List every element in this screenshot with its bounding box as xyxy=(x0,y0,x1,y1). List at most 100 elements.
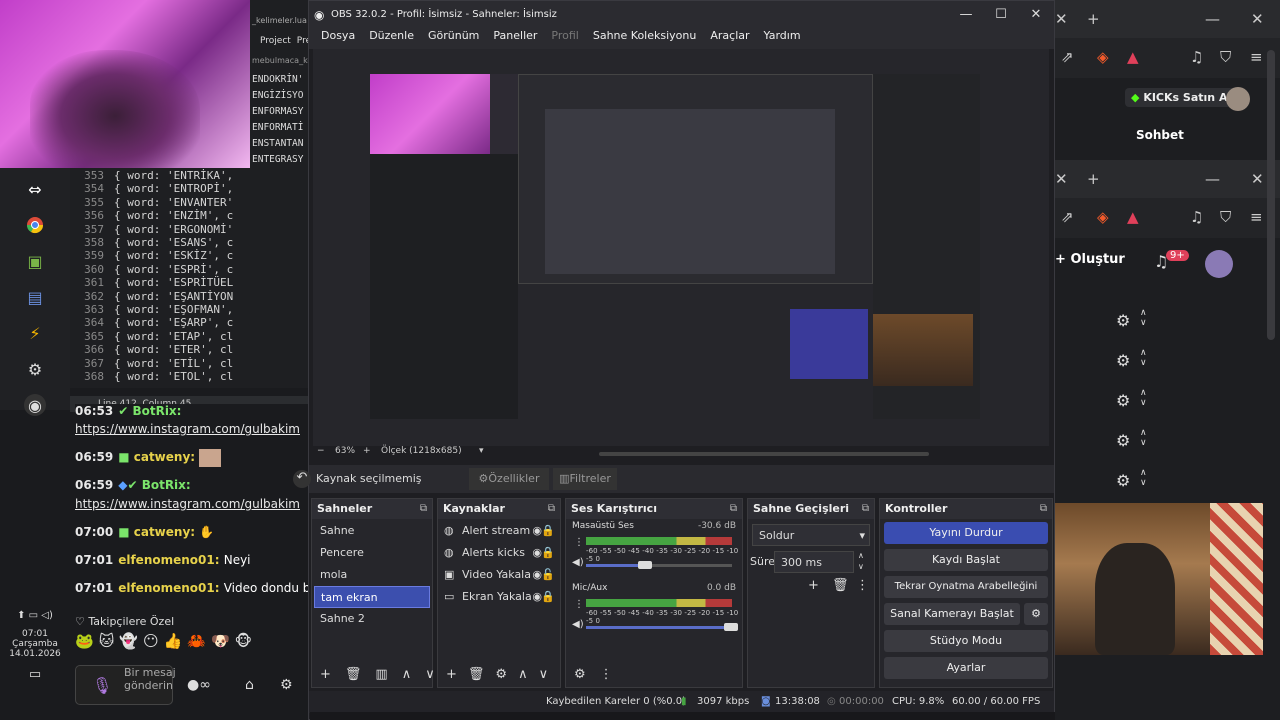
minimize-button[interactable]: — xyxy=(949,1,983,29)
close-button[interactable]: ✕ xyxy=(1019,1,1053,29)
share-icon[interactable]: ⇗ xyxy=(1061,208,1074,226)
chat-user[interactable]: catweny: xyxy=(134,525,195,539)
lock-icon[interactable]: 🔒 xyxy=(541,520,555,542)
scene-item[interactable]: Sahne 2 xyxy=(314,608,430,630)
filter-icon[interactable]: ▥ xyxy=(375,667,387,682)
speaker-icon[interactable]: ◀) xyxy=(572,619,584,630)
preview-scrollbar[interactable] xyxy=(599,452,929,456)
music-icon[interactable]: ♫ xyxy=(1190,48,1203,66)
files-icon[interactable]: ▤ xyxy=(24,286,46,308)
emote-icon[interactable]: 🐱 xyxy=(99,632,115,650)
add-icon[interactable]: + xyxy=(320,667,331,682)
close-icon[interactable]: ✕ xyxy=(1251,10,1264,28)
up-icon[interactable]: ∧ xyxy=(402,667,412,682)
filters-button[interactable]: ▥Filtreler xyxy=(553,468,617,490)
kicks-buy-button[interactable]: ◆ KICKs Satın Al xyxy=(1125,88,1238,107)
avatar[interactable] xyxy=(1226,87,1250,111)
avatar[interactable] xyxy=(1205,250,1233,278)
chat-user[interactable]: elfenomeno01: xyxy=(118,581,219,595)
stepper-icon[interactable]: ∧ ∨ xyxy=(858,550,864,572)
gear-icon[interactable]: ⚙ xyxy=(574,667,586,682)
undo-icon[interactable]: ↶ xyxy=(293,470,311,488)
undock-icon[interactable]: ⧉ xyxy=(730,499,737,519)
mic-icon[interactable]: 🎙 xyxy=(92,676,112,695)
lightning-icon[interactable]: ⚡ xyxy=(24,322,46,344)
down-icon[interactable]: ∨ xyxy=(425,667,435,682)
source-item[interactable]: ◍ Alert stream ◉ 🔒 xyxy=(440,520,558,542)
plus-icon[interactable]: + xyxy=(1087,170,1100,188)
editor-menu-project[interactable]: Project xyxy=(260,36,291,46)
browser-scrollbar[interactable] xyxy=(1267,50,1275,340)
emoji-icon[interactable]: ●∞ xyxy=(187,677,211,693)
up-icon[interactable]: ∧ xyxy=(518,667,528,682)
trash-icon[interactable]: 🗑 xyxy=(832,578,849,593)
duration-input[interactable]: 300 ms xyxy=(774,551,854,573)
undock-icon[interactable]: ⧉ xyxy=(548,499,555,519)
scene-item[interactable]: Pencere xyxy=(314,542,430,564)
obs-icon[interactable]: ◉ xyxy=(24,394,46,416)
maximize-button[interactable]: ☐ xyxy=(984,1,1018,29)
zoom-out-button[interactable]: − xyxy=(317,446,325,456)
share-icon[interactable]: ⇗ xyxy=(1061,48,1074,66)
menu-duzenle[interactable]: Düzenle xyxy=(362,29,421,49)
lock-icon[interactable]: 🔒 xyxy=(541,542,555,564)
obs-titlebar[interactable]: ◉ OBS 32.0.2 - Profil: İsimsiz - Sahnele… xyxy=(309,1,1054,29)
chevron-down-icon[interactable]: ▾ xyxy=(479,446,484,456)
properties-button[interactable]: ⚙Özellikler xyxy=(469,468,549,490)
chat-user[interactable]: elfenomeno01: xyxy=(118,553,219,567)
stepper-icon[interactable]: ∧ ∨ xyxy=(1140,468,1147,488)
menu-gorunum[interactable]: Görünüm xyxy=(421,29,486,49)
chat-user[interactable]: catweny: xyxy=(134,450,195,464)
volume-knob[interactable] xyxy=(724,623,738,631)
menu-sahne-koleksiyonu[interactable]: Sahne Koleksiyonu xyxy=(586,29,704,49)
more-icon[interactable]: ⋮ xyxy=(600,667,613,682)
minimize-icon[interactable]: — xyxy=(1205,170,1220,188)
stop-stream-button[interactable]: Yayını Durdur xyxy=(884,522,1048,544)
source-item[interactable]: ▣ Video Yakala ◉ 🔓 xyxy=(440,564,558,586)
scene-item[interactable]: mola xyxy=(314,564,430,586)
volume-knob[interactable] xyxy=(638,561,652,569)
replay-buffer-button[interactable]: Tekrar Oynatma Arabelleğini Başlat xyxy=(884,576,1048,614)
scale-label[interactable]: Ölçek (1218x685) xyxy=(381,446,462,456)
volume-slider[interactable] xyxy=(586,626,732,629)
menu-profil[interactable]: Profil xyxy=(544,29,585,49)
editor-tab[interactable]: _kelimeler.lua xyxy=(252,16,307,25)
chat-link[interactable]: https://www.instagram.com/gulbakim xyxy=(75,497,300,511)
gear-icon[interactable]: ⚙ xyxy=(1116,311,1130,330)
stepper-icon[interactable]: ∧ ∨ xyxy=(1140,388,1147,408)
add-icon[interactable]: + xyxy=(446,667,457,682)
tray-icons[interactable]: ⬆ ▭ ◁) xyxy=(0,610,70,621)
scene-item-selected[interactable]: tam ekran xyxy=(314,586,430,608)
code-editor[interactable]: 353{ word: 'ENTRİKA', 354{ word: 'ENTROPİ… xyxy=(70,168,310,388)
stepper-icon[interactable]: ∧ ∨ xyxy=(1140,308,1147,328)
settings-icon[interactable]: ⚙ xyxy=(280,677,293,693)
gear-icon[interactable]: ⚙ xyxy=(495,667,507,682)
create-button[interactable]: + Oluştur xyxy=(1055,252,1125,267)
source-item[interactable]: ◍ Alerts kicks ◉ 🔒 xyxy=(440,542,558,564)
gear-icon[interactable]: ⚙ xyxy=(1024,603,1048,625)
trash-icon[interactable]: 🗑 xyxy=(345,667,362,682)
plus-icon[interactable]: + xyxy=(1087,10,1100,28)
gear-icon[interactable]: ⚙ xyxy=(1116,351,1130,370)
emote-icon[interactable]: 😶 xyxy=(143,632,159,650)
undock-icon[interactable]: ⧉ xyxy=(862,499,869,519)
warning-icon[interactable]: ▲ xyxy=(1127,48,1139,66)
close-icon[interactable]: ✕ xyxy=(1055,170,1068,188)
gear-icon[interactable]: ⚙ xyxy=(1116,471,1130,490)
stepper-icon[interactable]: ∧ ∨ xyxy=(1140,348,1147,368)
lock-icon[interactable]: 🔒 xyxy=(541,586,555,608)
transition-select[interactable]: Soldur ▾ xyxy=(752,524,870,546)
source-item[interactable]: ▭ Ekran Yakala ◉ 🔒 xyxy=(440,586,558,608)
undock-icon[interactable]: ⧉ xyxy=(1040,499,1047,519)
trash-icon[interactable]: 🗑 xyxy=(468,667,485,682)
speaker-icon[interactable]: ◀) xyxy=(572,557,584,568)
shield-icon[interactable]: ⛉ xyxy=(1220,48,1231,66)
emote-icon[interactable]: 👍 xyxy=(164,632,183,650)
chat-user[interactable]: BotRix: xyxy=(142,478,191,492)
close-icon[interactable]: ✕ xyxy=(1055,10,1068,28)
gear-icon[interactable]: ⚙ xyxy=(24,358,46,380)
minimize-icon[interactable]: — xyxy=(1205,10,1220,28)
start-record-button[interactable]: Kaydı Başlat xyxy=(884,549,1048,571)
emote-icon[interactable]: 👻 xyxy=(119,632,138,650)
music-icon[interactable]: ♫ xyxy=(1190,208,1203,226)
